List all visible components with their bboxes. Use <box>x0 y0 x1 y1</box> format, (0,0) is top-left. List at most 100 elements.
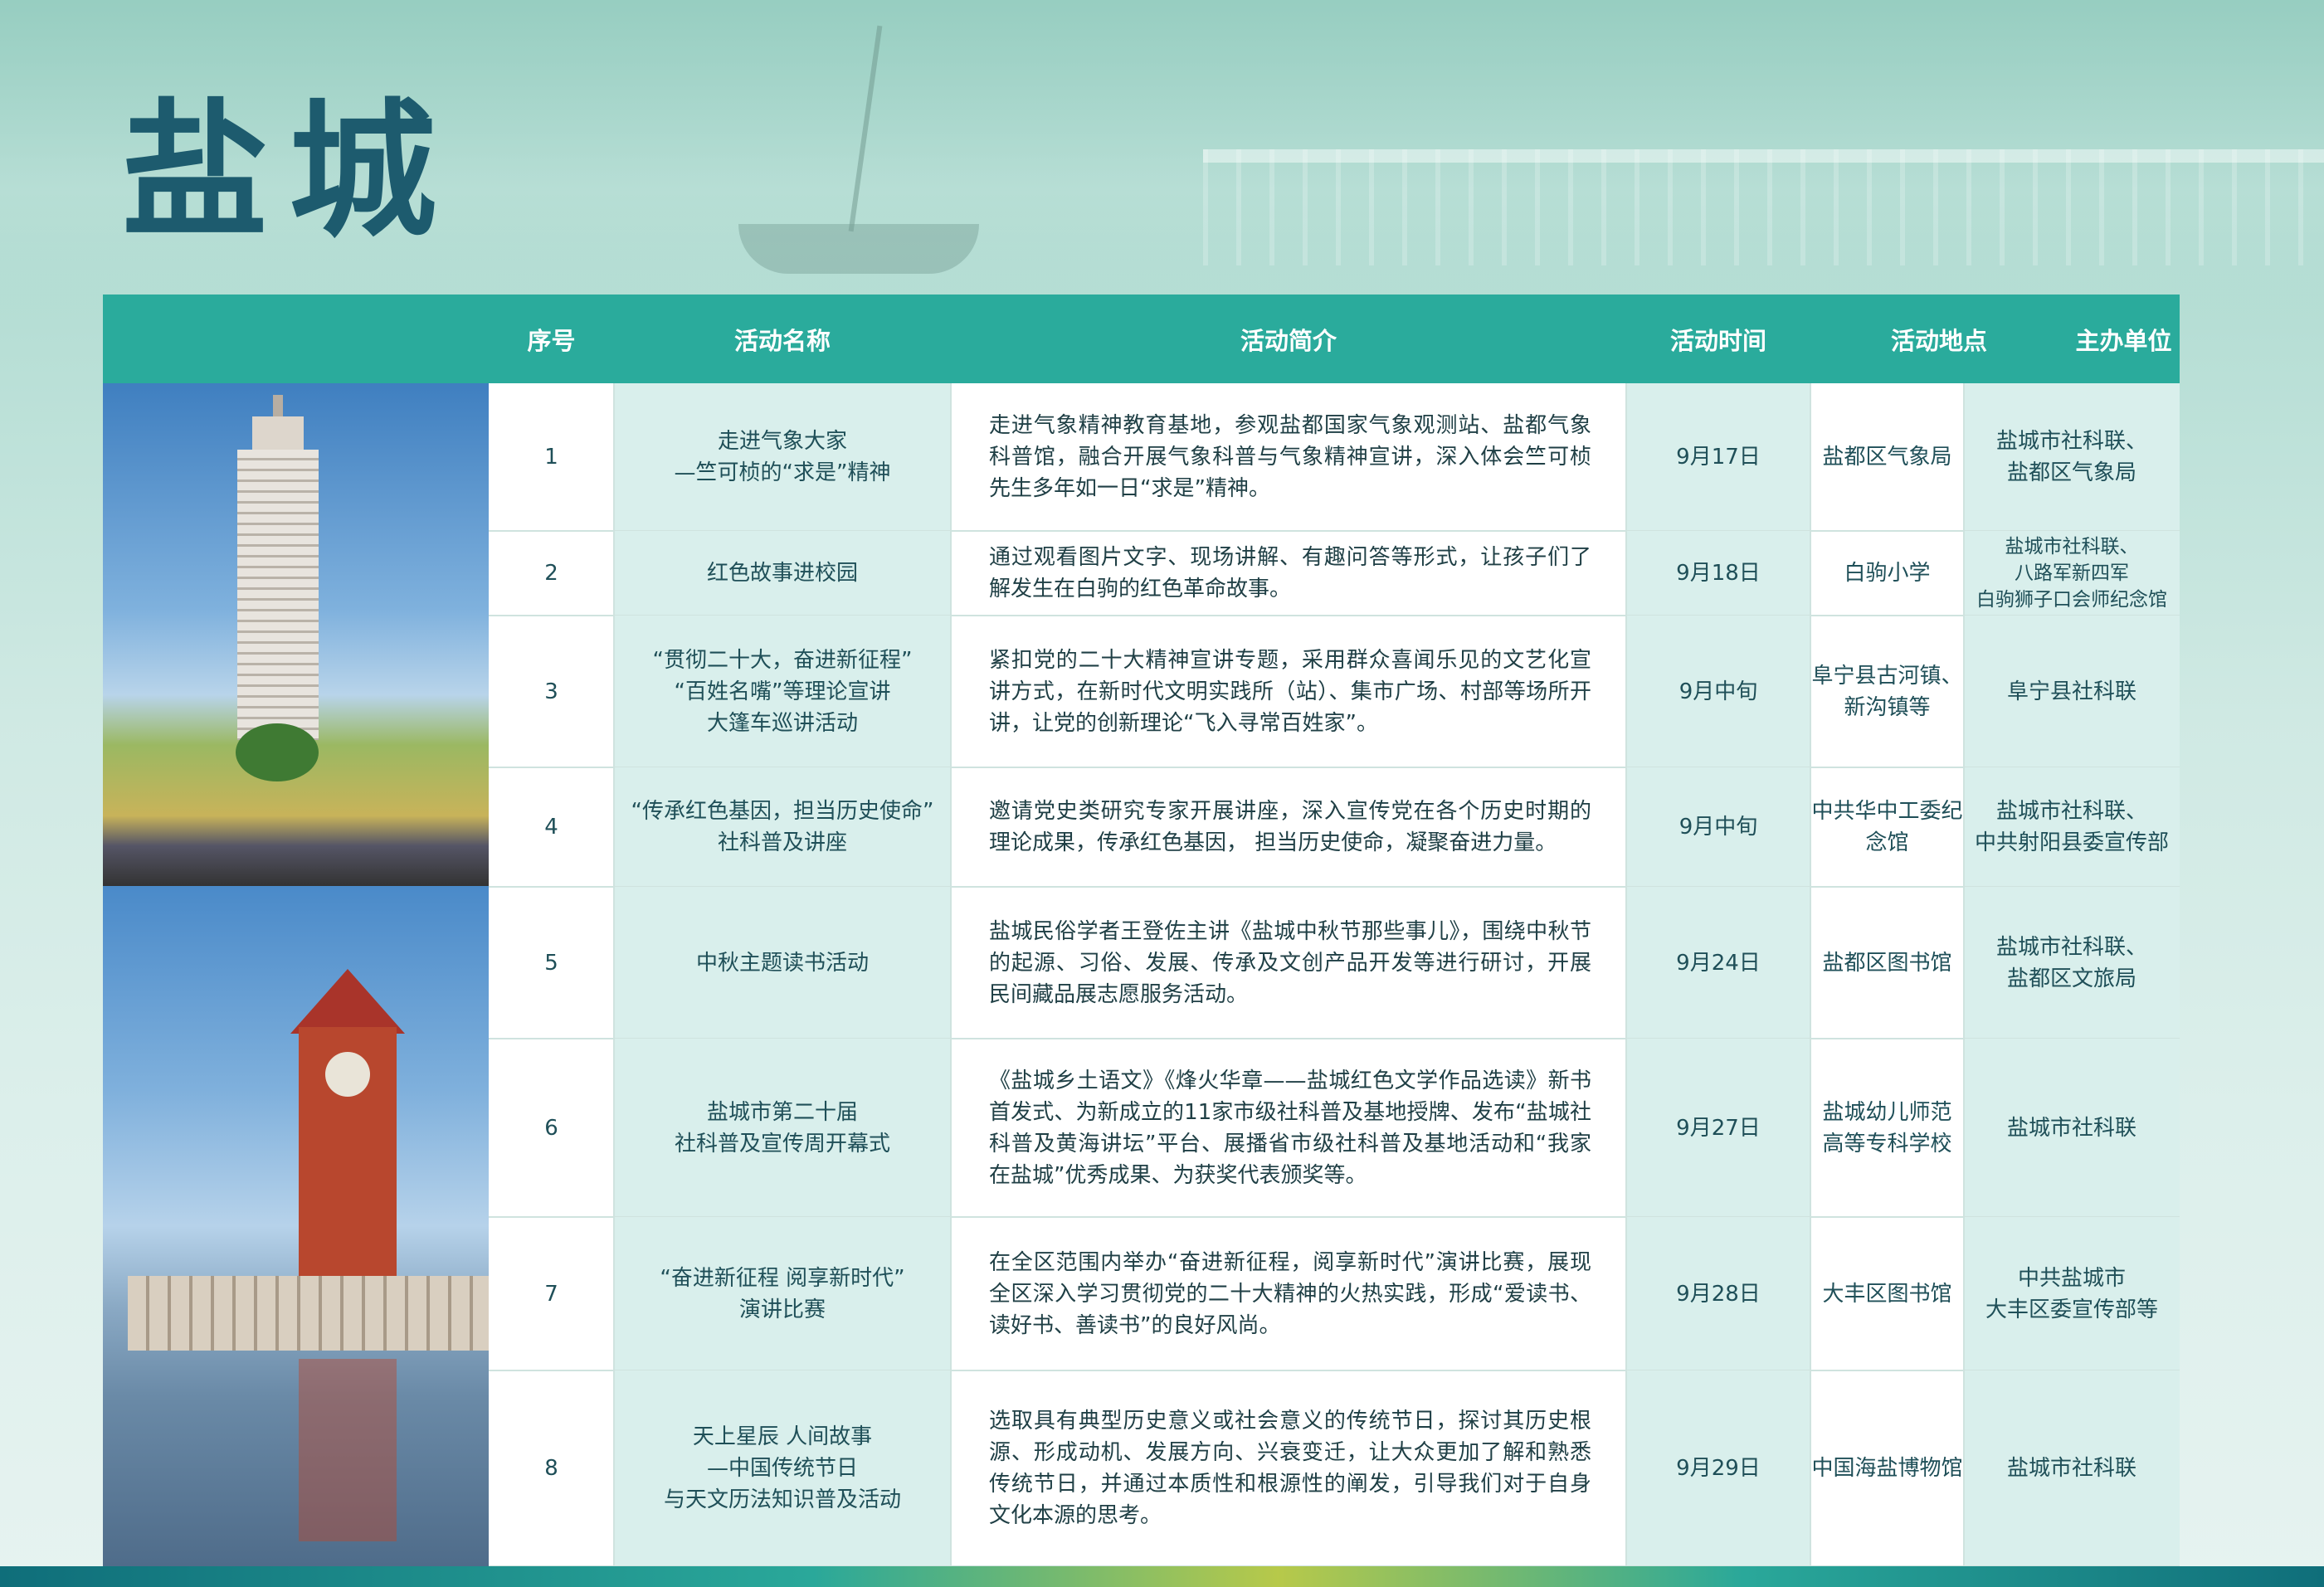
cell-host-text: 盐城市社科联 <box>2006 1115 2136 1141</box>
cell-place: 中共华中工委纪念馆 <box>1810 767 1964 887</box>
cell-name: 中秋主题读书活动 <box>614 887 951 1039</box>
cell-time-text: 9月29日 <box>1676 1456 1761 1481</box>
water-reflection <box>299 1359 397 1541</box>
cell-seq-text: 3 <box>544 679 558 704</box>
cell-place-text: 中共华中工委纪念馆 <box>1811 799 1963 855</box>
column-divider <box>1625 383 1627 1566</box>
cell-name: “贯彻二十大，奋进新征程” “百姓名嘴”等理论宣讲 大篷车巡讲活动 <box>614 616 951 767</box>
clock-tower-roof <box>290 969 405 1034</box>
cell-seq-text: 8 <box>544 1456 558 1481</box>
cell-time: 9月中旬 <box>1626 616 1810 767</box>
photo-office-tower <box>103 383 489 886</box>
cell-time-text: 9月中旬 <box>1678 679 1758 704</box>
cell-place: 中国海盐博物馆 <box>1810 1370 1964 1566</box>
tree <box>236 723 319 781</box>
cell-name: “奋进新征程 阅享新时代” 演讲比赛 <box>614 1217 951 1370</box>
cell-time: 9月17日 <box>1626 383 1810 531</box>
cell-name-text: 盐城市第二十届 社科普及宣传周开幕式 <box>674 1099 890 1156</box>
header-host: 主办单位 <box>2075 326 2172 355</box>
cell-desc-text: 选取具有典型历史意义或社会意义的传统节日，探讨其历史根源、形成动机、发展方向、兴… <box>989 1409 1591 1528</box>
cell-place: 白驹小学 <box>1810 531 1964 616</box>
tower-top <box>252 416 304 453</box>
header-desc: 活动简介 <box>1240 326 1337 355</box>
cell-seq: 2 <box>489 531 614 616</box>
background-bridge-deck <box>1203 149 2324 163</box>
cell-host-text: 中共盐城市 大丰区委宣传部等 <box>1985 1265 2158 1322</box>
cell-time: 9月29日 <box>1626 1370 1810 1566</box>
cell-time-text: 9月中旬 <box>1678 815 1758 840</box>
column-divider <box>613 383 615 1566</box>
cell-place-text: 盐都区图书馆 <box>1822 950 1952 976</box>
cell-seq-text: 7 <box>544 1281 558 1307</box>
cell-time: 9月28日 <box>1626 1217 1810 1370</box>
cell-host: 盐城市社科联 <box>1964 1039 2180 1217</box>
cell-host-text: 盐城市社科联、 盐都区气象局 <box>1995 429 2147 485</box>
cell-host-text: 盐城市社科联、 中共射阳县委宣传部 <box>1974 799 2169 855</box>
cell-desc: 选取具有典型历史意义或社会意义的传统节日，探讨其历史根源、形成动机、发展方向、兴… <box>951 1370 1626 1566</box>
cell-seq-text: 1 <box>544 445 558 470</box>
photo-clock-tower <box>103 886 489 1566</box>
clock-face <box>325 1052 370 1097</box>
cell-time-text: 9月24日 <box>1676 950 1761 976</box>
cell-host: 阜宁县社科联 <box>1964 616 2180 767</box>
cell-time-text: 9月28日 <box>1676 1281 1761 1307</box>
cell-place-text: 阜宁县古河镇、 新沟镇等 <box>1811 663 1963 720</box>
cell-seq-text: 2 <box>544 561 558 586</box>
page-title: 盐城 <box>121 85 456 257</box>
cell-desc-text: 盐城民俗学者王登佐主讲《盐城中秋节那些事儿》，围绕中秋节的起源、习俗、发展、传承… <box>989 918 1591 1007</box>
bottom-band <box>0 1566 2324 1587</box>
table-header: 序号 活动名称 活动简介 活动时间 活动地点 主办单位 <box>103 295 2180 383</box>
cell-desc-text: 《盐城乡土语文》《烽火华章——盐城红色文学作品选读》新书首发式、为新成立的11家… <box>989 1068 1591 1188</box>
cell-host: 中共盐城市 大丰区委宣传部等 <box>1964 1217 2180 1370</box>
cell-host-text: 盐城市社科联、 盐都区文旅局 <box>1995 934 2147 991</box>
cell-desc: 走进气象精神教育基地，参观盐都国家气象观测站、盐都气象科普馆，融合开展气象科普与… <box>951 383 1626 531</box>
cell-name-text: 红色故事进校园 <box>706 561 858 586</box>
photo-column <box>103 383 489 1566</box>
activity-table: 序号 活动名称 活动简介 活动时间 活动地点 主办单位 1 走进气象大家 —竺可桢… <box>103 295 2180 1567</box>
cell-time-text: 9月17日 <box>1676 445 1761 470</box>
cell-seq: 7 <box>489 1217 614 1370</box>
cell-desc: 在全区范围内举办“奋进新征程，阅享新时代”演讲比赛，展现全区深入学习贯彻党的二十… <box>951 1217 1626 1370</box>
cell-seq: 8 <box>489 1370 614 1566</box>
cell-host: 盐城市社科联、 盐都区文旅局 <box>1964 887 2180 1039</box>
cell-name-text: “传承红色基因，担当历史使命” 社科普及讲座 <box>631 799 934 855</box>
tower-body <box>237 450 319 740</box>
cell-place: 盐都区气象局 <box>1810 383 1964 531</box>
cell-time: 9月24日 <box>1626 887 1810 1039</box>
cell-time: 9月18日 <box>1626 531 1810 616</box>
cell-name-text: “贯彻二十大，奋进新征程” “百姓名嘴”等理论宣讲 大篷车巡讲活动 <box>652 647 913 736</box>
cell-place: 盐都区图书馆 <box>1810 887 1964 1039</box>
header-seq: 序号 <box>527 326 576 355</box>
cell-name-text: 走进气象大家 —竺可桢的“求是”精神 <box>674 429 891 485</box>
cell-place: 阜宁县古河镇、 新沟镇等 <box>1810 616 1964 767</box>
cell-time: 9月中旬 <box>1626 767 1810 887</box>
cell-place-text: 中国海盐博物馆 <box>1811 1456 1963 1481</box>
cell-name: 天上星辰 人间故事 —中国传统节日 与天文历法知识普及活动 <box>614 1370 951 1566</box>
cell-desc: 邀请党史类研究专家开展讲座，深入宣传党在各个历史时期的理论成果，传承红色基因， … <box>951 767 1626 887</box>
cell-host-text: 盐城市社科联 <box>2006 1456 2136 1481</box>
cell-host: 盐城市社科联、 中共射阳县委宣传部 <box>1964 767 2180 887</box>
cell-name: 走进气象大家 —竺可桢的“求是”精神 <box>614 383 951 531</box>
background-bridge <box>1203 149 2324 265</box>
cell-name-text: 中秋主题读书活动 <box>695 950 869 976</box>
cell-name-text: “奋进新征程 阅享新时代” 演讲比赛 <box>660 1265 905 1322</box>
cell-seq: 3 <box>489 616 614 767</box>
column-divider <box>1810 383 1811 1566</box>
cell-host: 盐城市社科联 <box>1964 1370 2180 1566</box>
cell-host-text: 盐城市社科联、 八路军新四军 白驹狮子口会师纪念馆 <box>1976 536 2167 611</box>
cell-desc: 盐城民俗学者王登佐主讲《盐城中秋节那些事儿》，围绕中秋节的起源、习俗、发展、传承… <box>951 887 1626 1039</box>
cell-name: 红色故事进校园 <box>614 531 951 616</box>
cell-host: 盐城市社科联、 盐都区气象局 <box>1964 383 2180 531</box>
cell-time-text: 9月27日 <box>1676 1115 1761 1141</box>
waterfront-buildings <box>128 1276 489 1351</box>
cell-desc-text: 走进气象精神教育基地，参观盐都国家气象观测站、盐都气象科普馆，融合开展气象科普与… <box>989 413 1591 501</box>
header-time: 活动时间 <box>1669 326 1766 355</box>
cell-seq-text: 5 <box>544 950 558 976</box>
header-name: 活动名称 <box>733 326 831 355</box>
background-boat <box>738 224 979 274</box>
cell-place: 盐城幼儿师范 高等专科学校 <box>1810 1039 1964 1217</box>
cell-place-text: 盐都区气象局 <box>1822 445 1952 470</box>
cell-time: 9月27日 <box>1626 1039 1810 1217</box>
cell-seq: 1 <box>489 383 614 531</box>
cell-host-text: 阜宁县社科联 <box>2006 679 2136 704</box>
